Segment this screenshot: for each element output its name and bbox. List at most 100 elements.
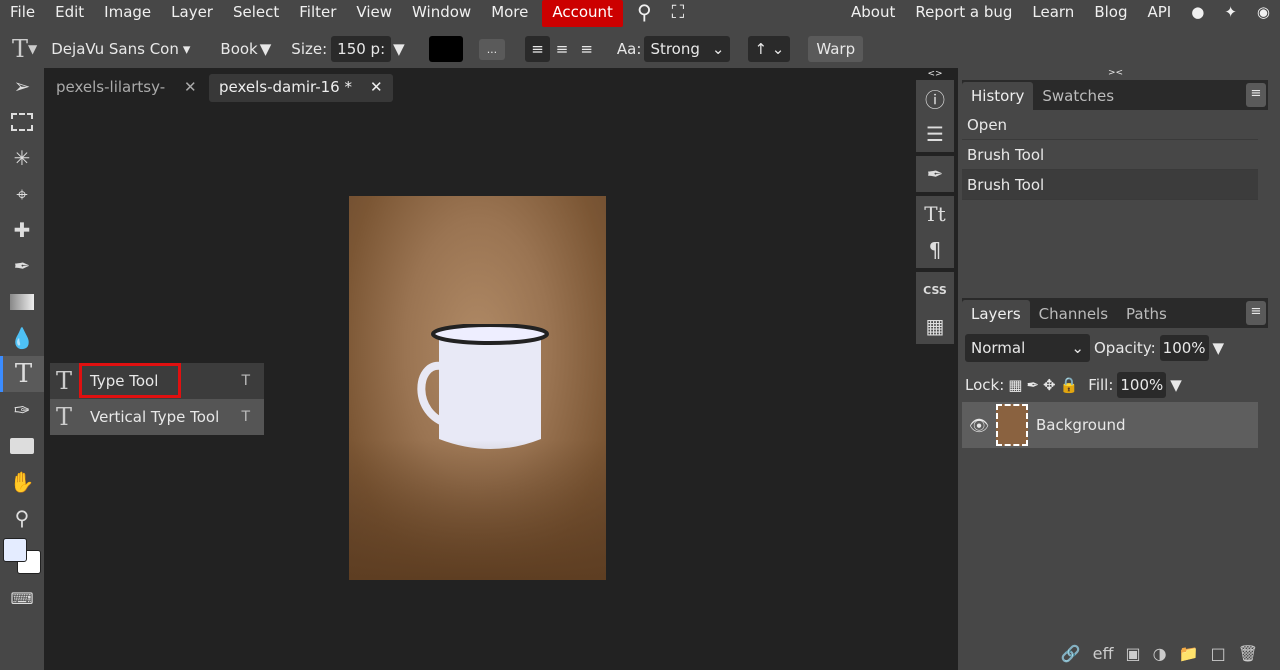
- opacity-input[interactable]: 100%: [1159, 335, 1209, 361]
- trash-icon[interactable]: 🗑: [1238, 644, 1258, 663]
- panel-menu-icon[interactable]: ≡: [1246, 301, 1266, 325]
- tab-paths[interactable]: Paths: [1117, 300, 1176, 328]
- effects-icon[interactable]: eff: [1093, 644, 1114, 663]
- fill-input[interactable]: 100%: [1117, 372, 1167, 398]
- link-report-bug[interactable]: Report a bug: [905, 0, 1022, 27]
- collapse-panels-button[interactable]: ><: [1108, 68, 1123, 78]
- account-button[interactable]: Account: [542, 0, 623, 27]
- paragraph-icon[interactable]: ¶: [916, 232, 954, 268]
- antialias-select[interactable]: Strong ⌄: [644, 36, 731, 62]
- layers-panel: Layers Channels Paths ≡ Normal ⌄ Opacity:…: [962, 298, 1268, 670]
- lock-label: Lock:: [965, 376, 1005, 394]
- close-icon[interactable]: ✕: [370, 74, 383, 102]
- zoom-tool-icon[interactable]: ⚲: [0, 500, 44, 536]
- fill-dropdown-icon[interactable]: ▼: [1170, 376, 1182, 394]
- align-left-icon[interactable]: ≡: [525, 36, 550, 62]
- blur-tool-icon[interactable]: 💧: [0, 320, 44, 356]
- gradient-tool-icon[interactable]: [0, 284, 44, 320]
- more-options-button[interactable]: ...: [478, 38, 506, 60]
- lock-all-icon[interactable]: 🔒: [1060, 376, 1079, 394]
- opacity-dropdown-icon[interactable]: ▼: [1213, 339, 1225, 357]
- adjustment-layer-icon[interactable]: ◑: [1153, 644, 1167, 663]
- align-right-icon[interactable]: ≡: [580, 40, 593, 58]
- text-color-swatch[interactable]: [428, 36, 463, 62]
- blend-mode-select[interactable]: Normal ⌄: [965, 334, 1090, 362]
- lock-transparency-icon[interactable]: ▦: [1008, 376, 1022, 394]
- image-icon[interactable]: ▦: [916, 308, 954, 344]
- fullscreen-icon[interactable]: ⛶: [662, 0, 695, 27]
- lock-pixels-icon[interactable]: ✒: [1026, 376, 1039, 394]
- new-group-folder-icon[interactable]: 📁: [1179, 644, 1199, 663]
- panel-menu-icon[interactable]: ≡: [1246, 83, 1266, 107]
- brush-tool-icon[interactable]: ✒: [0, 248, 44, 284]
- side-group-3: Tt ¶: [916, 196, 954, 268]
- flyout-item-vertical-type-tool[interactable]: T Vertical Type Tool T: [50, 399, 264, 435]
- crop-tool-icon[interactable]: ⌖: [0, 176, 44, 212]
- options-bar: T ▼ DejaVu Sans Con ▾ Book ▼ Size: 150 p: ▼ …: [0, 30, 1280, 68]
- history-item[interactable]: Open: [962, 110, 1258, 140]
- font-family-select[interactable]: DejaVu Sans Con: [51, 40, 179, 58]
- warp-button[interactable]: Warp: [808, 36, 864, 62]
- layers-panel-tabs: Layers Channels Paths ≡: [962, 298, 1268, 328]
- menu-image[interactable]: Image: [94, 0, 161, 27]
- tab-history[interactable]: History: [962, 82, 1034, 110]
- mask-icon[interactable]: ▣: [1126, 644, 1141, 663]
- link-about[interactable]: About: [841, 0, 905, 27]
- tab-document-1[interactable]: pexels-lilartsy-1 ✕: [46, 74, 207, 102]
- menu-view[interactable]: View: [346, 0, 402, 27]
- tab-channels[interactable]: Channels: [1030, 300, 1117, 328]
- reddit-icon[interactable]: ●: [1181, 0, 1214, 27]
- new-layer-icon[interactable]: □: [1211, 644, 1226, 663]
- menu-file[interactable]: File: [0, 0, 45, 27]
- tab-swatches[interactable]: Swatches: [1033, 82, 1123, 110]
- visibility-eye-icon[interactable]: 👁: [962, 416, 996, 435]
- font-style-select[interactable]: Book: [220, 40, 257, 58]
- hand-tool-icon[interactable]: ✋: [0, 464, 44, 500]
- shape-tool-icon[interactable]: [0, 428, 44, 464]
- lock-position-icon[interactable]: ✥: [1043, 376, 1056, 394]
- keyboard-icon[interactable]: ⌨: [0, 580, 44, 616]
- align-center-icon[interactable]: ≡: [556, 40, 569, 58]
- search-icon[interactable]: ⚲: [627, 0, 662, 27]
- menu-select[interactable]: Select: [223, 0, 289, 27]
- expand-panels-button[interactable]: <>: [912, 68, 958, 80]
- character-icon[interactable]: Tt: [916, 196, 954, 232]
- type-tool-icon[interactable]: T: [0, 356, 44, 392]
- magic-wand-icon[interactable]: ✳: [0, 140, 44, 176]
- tab-title: pexels-damir-16 *: [219, 78, 352, 96]
- foreground-color-swatch[interactable]: [3, 538, 27, 562]
- link-blog[interactable]: Blog: [1084, 0, 1137, 27]
- font-size-input[interactable]: 150 p:: [331, 36, 392, 62]
- menu-edit[interactable]: Edit: [45, 0, 94, 27]
- link-learn[interactable]: Learn: [1022, 0, 1084, 27]
- move-tool-icon[interactable]: ➢: [0, 68, 44, 104]
- menu-filter[interactable]: Filter: [289, 0, 346, 27]
- info-icon[interactable]: ⓘ: [916, 80, 954, 116]
- baseline-select[interactable]: ↑ ⌄: [748, 36, 791, 62]
- fill-label: Fill:: [1088, 376, 1114, 394]
- brush-settings-icon[interactable]: ✒: [916, 156, 954, 192]
- tab-document-2[interactable]: pexels-damir-16 * ✕: [209, 74, 393, 102]
- twitter-icon[interactable]: ✦: [1214, 0, 1247, 27]
- menu-layer[interactable]: Layer: [161, 0, 223, 27]
- menu-window[interactable]: Window: [402, 0, 481, 27]
- healing-brush-icon[interactable]: ✚: [0, 212, 44, 248]
- adjustments-icon[interactable]: ☰: [916, 116, 954, 152]
- chevron-down-icon[interactable]: ▼: [393, 40, 405, 58]
- history-item[interactable]: Brush Tool: [962, 170, 1258, 200]
- menubar: File Edit Image Layer Select Filter View…: [0, 0, 1280, 27]
- side-group-4: CSS ▦: [916, 272, 954, 344]
- layer-row[interactable]: 👁 Background: [962, 402, 1258, 448]
- history-item[interactable]: Brush Tool: [962, 140, 1258, 170]
- facebook-icon[interactable]: ◉: [1247, 0, 1280, 27]
- link-api[interactable]: API: [1138, 0, 1182, 27]
- document-image[interactable]: [349, 196, 606, 580]
- menu-more[interactable]: More: [481, 0, 538, 27]
- type-tool-preset-icon[interactable]: T ▼: [12, 35, 37, 63]
- tab-layers[interactable]: Layers: [962, 300, 1030, 328]
- close-icon[interactable]: ✕: [184, 74, 197, 102]
- link-layers-icon[interactable]: 🔗: [1061, 644, 1081, 663]
- pen-tool-icon[interactable]: ✑: [0, 392, 44, 428]
- marquee-tool-icon[interactable]: [0, 104, 44, 140]
- css-icon[interactable]: CSS: [916, 272, 954, 308]
